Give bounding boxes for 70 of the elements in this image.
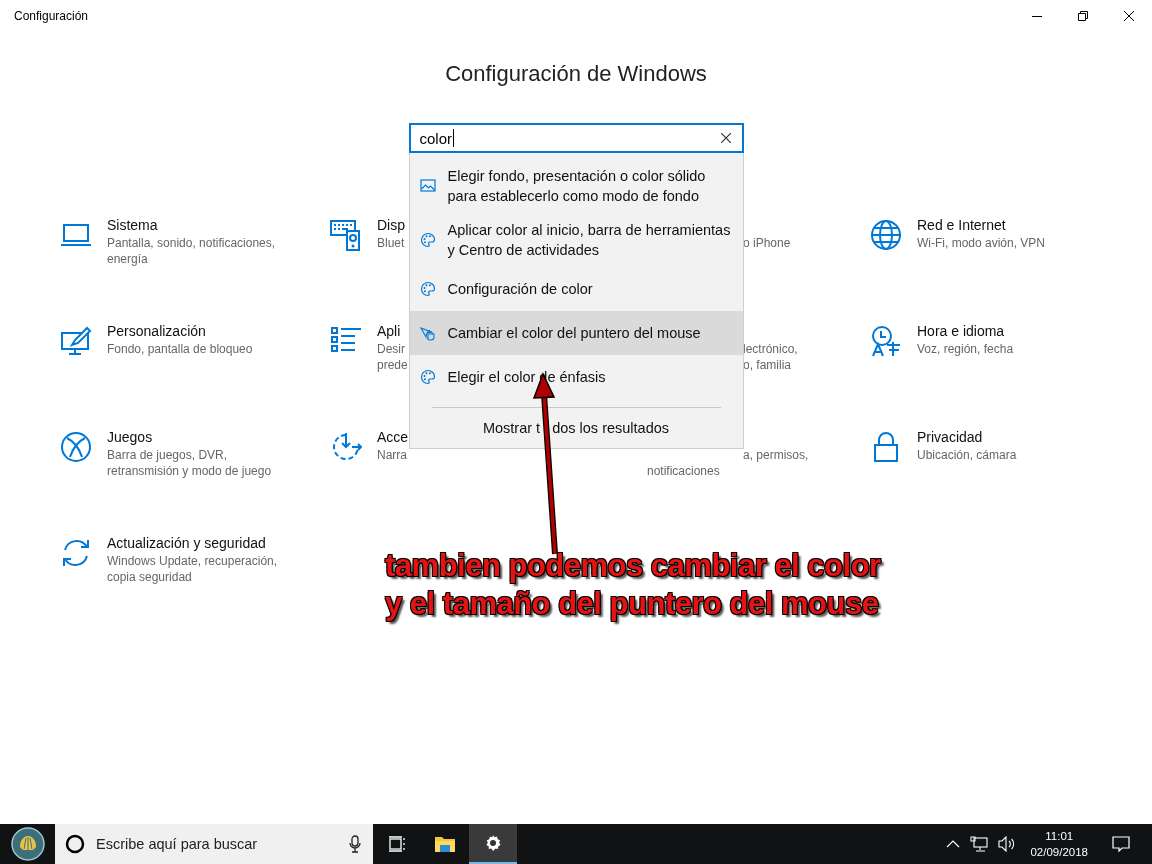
category-description: energía bbox=[107, 251, 149, 267]
speaker-icon[interactable] bbox=[998, 836, 1017, 852]
category-description: Bluet bbox=[377, 235, 405, 251]
annotation-text: tambien podemos cambiar el color y el tamaño del puntero del mouse bbox=[385, 547, 881, 623]
category-title[interactable]: Disp bbox=[377, 215, 405, 235]
category-title[interactable]: Personalización bbox=[107, 321, 253, 341]
palette-icon bbox=[419, 369, 436, 385]
result-text: Configuración de color bbox=[447, 280, 593, 299]
settings-icon[interactable] bbox=[484, 834, 502, 852]
notification-icon[interactable] bbox=[1112, 835, 1130, 853]
restore-icon bbox=[1078, 11, 1088, 21]
pointer-hand-icon bbox=[419, 325, 436, 341]
category-description: retransmisión y modo de juego bbox=[107, 463, 272, 479]
search-field[interactable]: color bbox=[408, 123, 744, 153]
circle-icon bbox=[65, 834, 85, 854]
start-orb-icon[interactable] bbox=[10, 827, 45, 861]
category-description: Fondo, pantalla de bloqueo bbox=[107, 341, 253, 357]
globe-icon[interactable] bbox=[870, 219, 902, 251]
result-text: Cambiar el color del puntero del mouse bbox=[447, 324, 701, 343]
category-description: Desir bbox=[377, 341, 406, 357]
category-description: o iPhone bbox=[742, 235, 791, 251]
category-title[interactable]: Juegos bbox=[107, 427, 272, 447]
category-description: a, permisos, bbox=[742, 447, 809, 463]
close-icon bbox=[1124, 11, 1134, 21]
category-description: Wi-Fi, modo avión, VPN bbox=[917, 235, 1046, 251]
palette-icon bbox=[419, 232, 436, 248]
picture-icon bbox=[419, 178, 436, 194]
window-title: Configuración bbox=[14, 9, 89, 23]
category-description: Barra de juegos, DVR, bbox=[107, 447, 229, 463]
category-description: Windows Update, recuperación, bbox=[107, 553, 278, 569]
category-description: notificaciones bbox=[647, 463, 721, 479]
category-description: Narra bbox=[377, 447, 408, 463]
category-title[interactable]: Hora e idioma bbox=[917, 321, 1014, 341]
sync-arrows-icon[interactable] bbox=[60, 537, 92, 569]
category-title[interactable]: Acce bbox=[377, 427, 409, 447]
category-title[interactable]: Privacidad bbox=[917, 427, 1017, 447]
category-title[interactable]: Red e Internet bbox=[917, 215, 1046, 235]
search-result[interactable]: Cambiar el color del puntero del mouse bbox=[409, 311, 743, 355]
taskbar-search-field[interactable]: Escribe aquí para buscar bbox=[55, 824, 373, 864]
folder-icon[interactable] bbox=[434, 834, 456, 854]
task-view-icon[interactable] bbox=[388, 835, 406, 853]
network-icon[interactable] bbox=[970, 836, 989, 852]
palette-icon bbox=[419, 281, 436, 297]
category-title[interactable]: Sistema bbox=[107, 215, 276, 235]
category-description: Voz, región, fecha bbox=[917, 341, 1014, 357]
clear-icon[interactable] bbox=[720, 133, 731, 143]
page-heading: Configuración de Windows bbox=[444, 60, 708, 88]
category-description: Pantalla, sonido, notificaciones, bbox=[107, 235, 276, 251]
clock-letters-icon[interactable] bbox=[870, 325, 902, 357]
show-all-link[interactable]: dos los resultados bbox=[552, 420, 670, 436]
search-result[interactable]: Configuración de color bbox=[409, 267, 743, 311]
category-description: o, familia bbox=[742, 357, 793, 373]
xbox-icon[interactable] bbox=[60, 431, 92, 463]
result-text: Aplicar color al inicio, barra de herramientas y Centro de actividades bbox=[447, 221, 731, 260]
category-description: Ubicación, cámara bbox=[917, 447, 1017, 463]
category-title[interactable]: Apli bbox=[377, 321, 408, 341]
category-description: copia seguridad bbox=[107, 569, 193, 585]
monitor-brush-icon[interactable] bbox=[60, 325, 92, 357]
category-description: prede bbox=[377, 357, 408, 373]
microphone-icon[interactable] bbox=[349, 835, 361, 853]
category-description: lectrónico, bbox=[742, 341, 798, 357]
result-text: Elegir fondo, presentación o color sólido para establecerlo como modo de fondo bbox=[447, 167, 707, 206]
keyboard-speaker-icon[interactable] bbox=[330, 219, 362, 251]
chevron-up-icon[interactable] bbox=[946, 840, 961, 848]
category-title[interactable]: Actualización y seguridad bbox=[107, 533, 278, 553]
show-all-link[interactable]: Mostrar t bbox=[482, 420, 541, 436]
dashed-circle-icon[interactable] bbox=[330, 431, 362, 463]
search-result[interactable]: Elegir fondo, presentación o color sólido para establecerlo como modo de fondo bbox=[409, 159, 743, 213]
search-result[interactable]: Aplicar color al inicio, barra de herramientas y Centro de actividades bbox=[409, 213, 743, 267]
taskbar-clock[interactable]: 11:01 02/09/2018 bbox=[1030, 828, 1088, 860]
